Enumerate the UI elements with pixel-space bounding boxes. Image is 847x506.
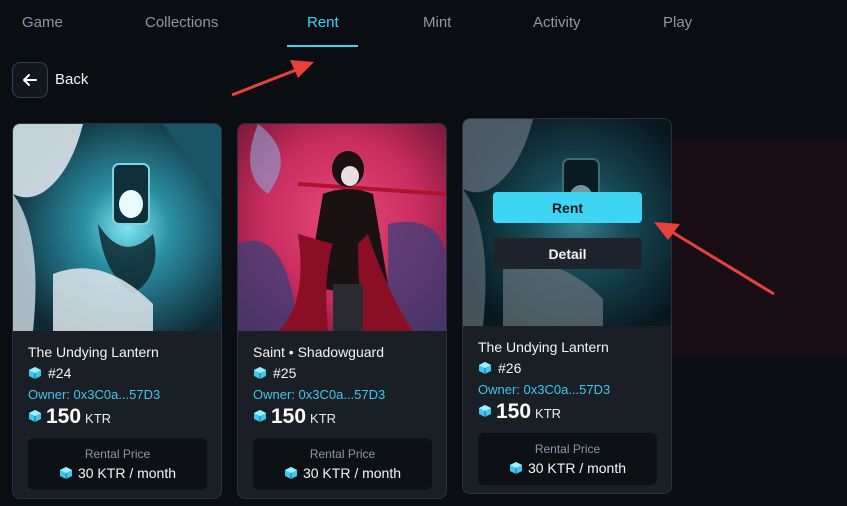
nft-artwork: Rent Detail (463, 119, 671, 326)
cube-icon (29, 410, 41, 422)
price-unit: KTR (535, 406, 562, 421)
nft-title: The Undying Lantern (478, 339, 609, 355)
tab-game[interactable]: Game (22, 14, 63, 31)
owner-address[interactable]: Owner: 0x3C0a...57D3 (253, 387, 385, 402)
rental-price-row: 30 KTR / month (253, 465, 432, 481)
top-nav: Game Collections Rent Mint Activity Play (0, 0, 847, 48)
tab-play[interactable]: Play (663, 14, 692, 31)
token-row: #26 (478, 360, 521, 376)
cube-icon (284, 467, 297, 479)
arrow-to-rent-tab (231, 60, 314, 97)
rental-price-value: 30 KTR / month (302, 465, 402, 481)
detail-button[interactable]: Detail (493, 238, 642, 269)
nft-artwork (238, 124, 446, 331)
rental-price-value: 30 KTR / month (527, 460, 627, 476)
nft-card-hovered[interactable]: Rent Detail The Undying Lantern #26 Owne… (462, 118, 672, 494)
tab-activity[interactable]: Activity (533, 14, 581, 31)
price-row: 150 KTR (28, 405, 111, 429)
nft-title: Saint • Shadowguard (253, 344, 384, 360)
token-id: #25 (273, 365, 297, 381)
token-id: #24 (48, 365, 72, 381)
price-unit: KTR (310, 411, 337, 426)
rental-price-row: 30 KTR / month (478, 460, 657, 476)
tab-rent[interactable]: Rent (307, 14, 339, 31)
price-value: 150 (271, 405, 307, 428)
back-button[interactable] (12, 62, 48, 98)
active-tab-indicator (287, 45, 358, 47)
rental-price-box: Rental Price 30 KTR / month (28, 438, 207, 490)
cube-icon (479, 362, 491, 374)
tab-collections[interactable]: Collections (145, 14, 218, 31)
cube-icon (479, 405, 491, 417)
rent-button[interactable]: Rent (493, 192, 642, 223)
cube-icon (254, 367, 266, 379)
background-panel (672, 140, 847, 358)
price-unit: KTR (85, 411, 112, 426)
back-label[interactable]: Back (55, 71, 88, 88)
nft-card[interactable]: The Undying Lantern #24 Owner: 0x3C0a...… (12, 123, 222, 499)
rental-price-box: Rental Price 30 KTR / month (478, 433, 657, 485)
rental-price-value: 30 KTR / month (77, 465, 177, 481)
token-row: #25 (253, 365, 296, 381)
rental-price-label: Rental Price (84, 447, 151, 461)
nft-title: The Undying Lantern (28, 344, 159, 360)
price-value: 150 (496, 400, 532, 423)
token-id: #26 (498, 360, 522, 376)
rental-price-row: 30 KTR / month (28, 465, 207, 481)
nft-card[interactable]: Saint • Shadowguard #25 Owner: 0x3C0a...… (237, 123, 447, 499)
rental-price-box: Rental Price 30 KTR / month (253, 438, 432, 490)
token-row: #24 (28, 365, 71, 381)
rental-price-label: Rental Price (309, 447, 376, 461)
cube-icon (254, 410, 266, 422)
cube-icon (59, 467, 72, 479)
price-value: 150 (46, 405, 82, 428)
price-row: 150 KTR (478, 400, 561, 424)
owner-address[interactable]: Owner: 0x3C0a...57D3 (478, 382, 610, 397)
tab-mint[interactable]: Mint (423, 14, 451, 31)
owner-address[interactable]: Owner: 0x3C0a...57D3 (28, 387, 160, 402)
price-row: 150 KTR (253, 405, 336, 429)
arrow-left-icon (23, 74, 37, 86)
cube-icon (29, 367, 41, 379)
rental-price-label: Rental Price (534, 442, 601, 456)
cube-icon (509, 462, 522, 474)
nft-artwork (13, 124, 221, 331)
